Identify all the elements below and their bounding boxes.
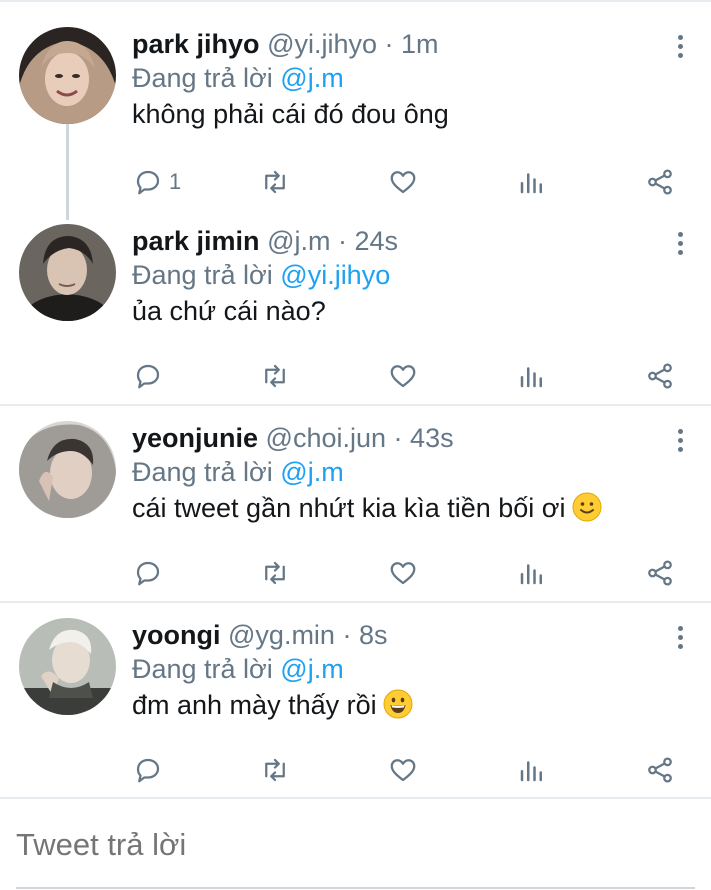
analytics-button[interactable] xyxy=(517,162,547,202)
display-name[interactable]: yeonjunie xyxy=(132,423,258,453)
like-button[interactable] xyxy=(388,750,418,790)
like-button[interactable] xyxy=(388,553,418,593)
separator-dot: · xyxy=(393,423,411,453)
replying-to-label: Đang trả lời xyxy=(132,63,273,93)
tweet-divider xyxy=(0,601,711,603)
reply-icon xyxy=(136,561,160,586)
analytics-icon xyxy=(520,564,542,585)
timestamp[interactable]: 1m xyxy=(401,29,439,59)
replying-to: Đang trả lời @yi.jihyo xyxy=(132,258,390,292)
reply-composer xyxy=(0,799,711,890)
tweet-text-container: cái tweet gần nhứt kia kìa tiền bối ơi xyxy=(132,491,602,525)
timestamp[interactable]: 43s xyxy=(410,423,454,453)
retweet-button[interactable] xyxy=(260,750,290,790)
retweet-button[interactable] xyxy=(260,553,290,593)
separator-dot: · xyxy=(384,29,402,59)
reply-mention-link[interactable]: @j.m xyxy=(280,457,343,487)
username[interactable]: @yi.jihyo xyxy=(267,29,377,59)
display-name[interactable]: park jimin xyxy=(132,226,260,256)
tweet-header: park jimin @j.m · 24s xyxy=(132,224,398,258)
heart-icon xyxy=(390,171,416,194)
reply-button[interactable]: 1 xyxy=(133,162,181,202)
separator-dot: · xyxy=(337,226,355,256)
share-button[interactable] xyxy=(645,162,675,202)
replying-to-label: Đang trả lời xyxy=(132,457,273,487)
timestamp[interactable]: 24s xyxy=(354,226,398,256)
timestamp[interactable]: 8s xyxy=(359,620,388,650)
reply-mention-link[interactable]: @j.m xyxy=(280,63,343,93)
replying-to: Đang trả lời @j.m xyxy=(132,455,344,489)
share-button[interactable] xyxy=(645,553,675,593)
username[interactable]: @yg.min xyxy=(228,620,335,650)
reply-button[interactable] xyxy=(133,553,169,593)
avatar[interactable] xyxy=(19,421,116,518)
reply-button[interactable] xyxy=(133,750,169,790)
tweet-text-container: đm anh mày thấy rồi xyxy=(132,688,413,722)
analytics-button[interactable] xyxy=(517,750,547,790)
more-options-icon[interactable] xyxy=(666,226,694,260)
retweet-icon xyxy=(265,364,285,388)
reply-mention-link[interactable]: @j.m xyxy=(280,654,343,684)
like-button[interactable] xyxy=(388,162,418,202)
retweet-button[interactable] xyxy=(260,356,290,396)
share-icon xyxy=(648,169,672,195)
heart-icon xyxy=(390,562,416,585)
share-button[interactable] xyxy=(645,750,675,790)
tweet-text: đm anh mày thấy rồi xyxy=(132,690,377,720)
tweet-header: park jihyo @yi.jihyo · 1m xyxy=(132,27,439,61)
tweet-header: yoongi @yg.min · 8s xyxy=(132,618,388,652)
tweet-text: không phải cái đó đou ông xyxy=(132,99,449,129)
input-underline xyxy=(16,887,695,889)
heart-icon xyxy=(390,365,416,388)
share-icon xyxy=(648,363,672,389)
grinning-face-icon xyxy=(383,689,413,719)
reply-icon xyxy=(136,758,160,783)
replying-to-label: Đang trả lời xyxy=(132,260,273,290)
reply-button[interactable] xyxy=(133,356,169,396)
retweet-button[interactable] xyxy=(260,162,290,202)
share-icon xyxy=(648,560,672,586)
reply-icon xyxy=(136,364,160,389)
reply-icon xyxy=(136,170,160,195)
more-options-icon[interactable] xyxy=(666,29,694,63)
avatar[interactable] xyxy=(19,27,116,124)
more-options-icon[interactable] xyxy=(666,620,694,654)
reply-count: 1 xyxy=(169,169,182,194)
heart-icon xyxy=(390,759,416,782)
analytics-icon xyxy=(520,761,542,782)
tweet-actions xyxy=(0,553,711,593)
username[interactable]: @choi.jun xyxy=(266,423,386,453)
separator-dot: · xyxy=(342,620,359,650)
reply-input[interactable] xyxy=(16,827,676,863)
analytics-icon xyxy=(520,173,542,194)
analytics-button[interactable] xyxy=(517,356,547,396)
retweet-icon xyxy=(265,561,285,585)
share-icon xyxy=(648,757,672,783)
tweet-actions xyxy=(0,356,711,396)
retweet-icon xyxy=(265,170,285,194)
avatar[interactable] xyxy=(19,224,116,321)
replying-to: Đang trả lời @j.m xyxy=(132,652,344,686)
avatar[interactable] xyxy=(19,618,116,715)
share-button[interactable] xyxy=(645,356,675,396)
replying-to-label: Đang trả lời xyxy=(132,654,273,684)
display-name[interactable]: park jihyo xyxy=(132,29,260,59)
tweet-divider xyxy=(0,404,711,406)
reply-mention-link[interactable]: @yi.jihyo xyxy=(280,260,390,290)
tweet-actions xyxy=(0,750,711,790)
retweet-icon xyxy=(265,758,285,782)
more-options-icon[interactable] xyxy=(666,423,694,457)
like-button[interactable] xyxy=(388,356,418,396)
slightly-smiling-face-icon xyxy=(572,492,602,522)
replying-to: Đang trả lời @j.m xyxy=(132,61,344,95)
tweet-actions: 1 xyxy=(0,162,711,202)
analytics-icon xyxy=(520,367,542,388)
username[interactable]: @j.m xyxy=(267,226,330,256)
tweet-text: cái tweet gần nhứt kia kìa tiền bối ơi xyxy=(132,493,566,523)
analytics-button[interactable] xyxy=(517,553,547,593)
display-name[interactable]: yoongi xyxy=(132,620,221,650)
tweet-text: ủa chứ cái nào? xyxy=(132,296,326,326)
tweet-header: yeonjunie @choi.jun · 43s xyxy=(132,421,454,455)
top-divider xyxy=(0,0,711,2)
